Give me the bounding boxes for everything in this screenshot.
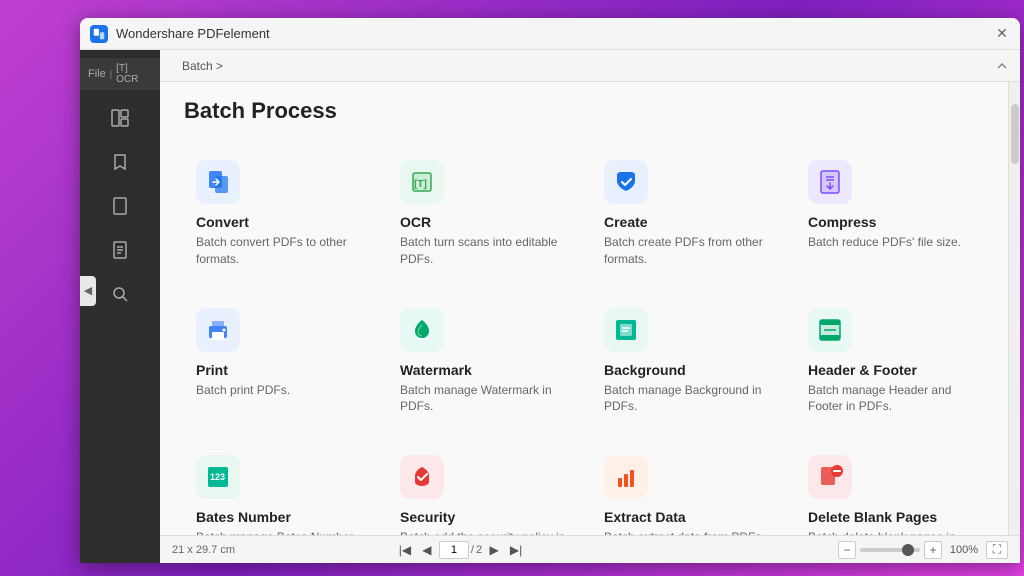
security-icon-wrap (400, 455, 444, 499)
batch-item-security[interactable]: Security Batch add the security policy i… (380, 435, 584, 535)
svg-text:[T]: [T] (414, 179, 427, 190)
background-desc: Batch manage Background in PDFs. (604, 382, 772, 416)
security-desc: Batch add the security policy in PDFs. (400, 529, 568, 535)
ocr-toolbar[interactable]: [T] OCR (116, 63, 152, 85)
headerfooter-icon-wrap (808, 308, 852, 352)
zoom-controls: − + 100% ⛶ (838, 541, 1008, 559)
extract-name: Extract Data (604, 509, 772, 525)
delete-desc: Batch delete blank pages in PDFs. (808, 529, 976, 535)
zoom-slider[interactable] (860, 548, 920, 552)
ocr-icon-wrap: [T] (400, 160, 444, 204)
security-name: Security (400, 509, 568, 525)
batch-grid: Convert Batch convert PDFs to other form… (160, 132, 1008, 535)
extract-desc: Batch extract data from PDFs. (604, 529, 772, 535)
page-input[interactable] (439, 541, 469, 559)
delete-name: Delete Blank Pages (808, 509, 976, 525)
sidebar-icon-page[interactable] (100, 186, 140, 226)
create-icon-wrap (604, 160, 648, 204)
batch-area-wrapper: Batch Process (160, 82, 1020, 535)
extract-icon-wrap (604, 455, 648, 499)
file-menu[interactable]: File (88, 68, 106, 80)
next-page-btn[interactable]: ▶ (484, 540, 504, 560)
window-title: Wondershare PDFelement (116, 26, 994, 41)
delete-icon-wrap (808, 455, 852, 499)
sidebar-icon-layout[interactable] (100, 98, 140, 138)
batch-item-headerfooter[interactable]: Header & Footer Batch manage Header and … (788, 288, 992, 436)
headerfooter-name: Header & Footer (808, 362, 976, 378)
sidebar-icon-doc[interactable] (100, 230, 140, 270)
batch-item-ocr[interactable]: [T] OCR Batch turn scans into editable P… (380, 140, 584, 288)
bates-desc: Batch manage Bates Number in PDFs. (196, 529, 364, 535)
scroll-up-btn[interactable] (994, 58, 1010, 74)
background-name: Background (604, 362, 772, 378)
sidebar-icon-search[interactable] (100, 274, 140, 314)
app-layout: File | [T] OCR (80, 50, 1020, 563)
ocr-name: OCR (400, 214, 568, 230)
page-navigation: |◀ ◀ / 2 ▶ ▶| (395, 540, 526, 560)
scrollbar-thumb[interactable] (1011, 104, 1019, 164)
background-icon-wrap (604, 308, 648, 352)
compress-desc: Batch reduce PDFs' file size. (808, 234, 976, 251)
page-title: Batch Process (184, 98, 984, 124)
fullscreen-btn[interactable]: ⛶ (986, 541, 1008, 559)
app-window: Wondershare PDFelement ✕ File | [T] OCR (80, 18, 1020, 563)
main-area: ◀ Batch > Batch Process (160, 50, 1020, 563)
compress-name: Compress (808, 214, 976, 230)
zoom-level: 100% (946, 544, 982, 556)
nav-left-arrow[interactable]: ◀ (80, 276, 96, 306)
watermark-name: Watermark (400, 362, 568, 378)
ocr-desc: Batch turn scans into editable PDFs. (400, 234, 568, 268)
sidebar-icon-bookmark[interactable] (100, 142, 140, 182)
batch-item-convert[interactable]: Convert Batch convert PDFs to other form… (176, 140, 380, 288)
convert-desc: Batch convert PDFs to other formats. (196, 234, 364, 268)
bottom-bar: 21 x 29.7 cm |◀ ◀ / 2 ▶ ▶| − + 100% (160, 535, 1020, 563)
batch-item-background[interactable]: Background Batch manage Background in PD… (584, 288, 788, 436)
watermark-desc: Batch manage Watermark in PDFs. (400, 382, 568, 416)
batch-item-delete[interactable]: Delete Blank Pages Batch delete blank pa… (788, 435, 992, 535)
top-toolbar: ◀ Batch > (160, 50, 1020, 82)
batch-item-create[interactable]: Create Batch create PDFs from other form… (584, 140, 788, 288)
batch-item-extract[interactable]: Extract Data Batch extract data from PDF… (584, 435, 788, 535)
batch-content: Batch Process (160, 82, 1008, 535)
page-size-label: 21 x 29.7 cm (172, 544, 235, 556)
print-icon-wrap (196, 308, 240, 352)
batch-item-compress[interactable]: Compress Batch reduce PDFs' file size. (788, 140, 992, 288)
close-button[interactable]: ✕ (994, 26, 1010, 42)
titlebar: Wondershare PDFelement ✕ (80, 18, 1020, 50)
bates-name: Bates Number (196, 509, 364, 525)
print-name: Print (196, 362, 364, 378)
create-desc: Batch create PDFs from other formats. (604, 234, 772, 268)
prev-page-btn[interactable]: ◀ (417, 540, 437, 560)
last-page-btn[interactable]: ▶| (506, 540, 526, 560)
compress-icon-wrap (808, 160, 852, 204)
batch-item-print[interactable]: Print Batch print PDFs. (176, 288, 380, 436)
zoom-in-btn[interactable]: + (924, 541, 942, 559)
batch-item-bates[interactable]: 123 Bates Number Batch manage Bates Numb… (176, 435, 380, 535)
total-pages: 2 (476, 544, 482, 556)
left-sidebar: File | [T] OCR (80, 50, 160, 563)
create-name: Create (604, 214, 772, 230)
batch-breadcrumb[interactable]: Batch > (182, 59, 223, 73)
headerfooter-desc: Batch manage Header and Footer in PDFs. (808, 382, 976, 416)
convert-icon-wrap (196, 160, 240, 204)
print-desc: Batch print PDFs. (196, 382, 364, 399)
page-separator: / (471, 544, 474, 556)
batch-item-watermark[interactable]: Watermark Batch manage Watermark in PDFs… (380, 288, 584, 436)
watermark-icon-wrap (400, 308, 444, 352)
convert-name: Convert (196, 214, 364, 230)
zoom-thumb[interactable] (902, 544, 914, 556)
app-icon (90, 25, 108, 43)
batch-header: Batch Process (160, 82, 1008, 132)
first-page-btn[interactable]: |◀ (395, 540, 415, 560)
right-scrollbar[interactable] (1008, 82, 1020, 535)
svg-text:123: 123 (210, 472, 225, 482)
zoom-out-btn[interactable]: − (838, 541, 856, 559)
bates-icon-wrap: 123 (196, 455, 240, 499)
